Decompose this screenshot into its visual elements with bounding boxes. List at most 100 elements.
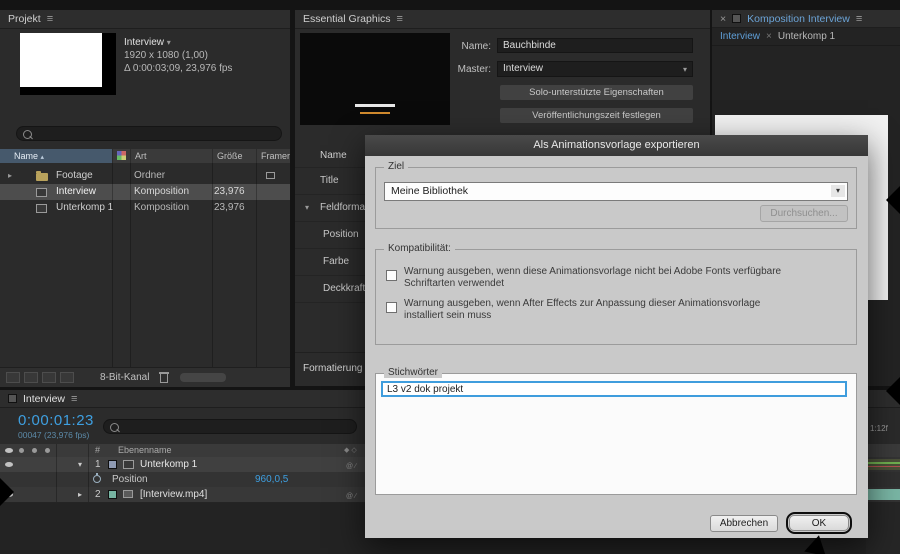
keywords-group-label: Stichwörter bbox=[384, 367, 443, 378]
label-color-icon bbox=[117, 151, 126, 160]
column-type[interactable]: Art bbox=[130, 149, 212, 163]
cancel-button[interactable]: Abbrechen bbox=[710, 515, 778, 532]
thumbnail-caption-bar-2 bbox=[360, 112, 390, 114]
browse-button[interactable]: Durchsuchen... bbox=[760, 205, 848, 222]
search-icon bbox=[110, 423, 119, 432]
timeline-row-position-property[interactable]: Position 960,0,5 bbox=[0, 472, 365, 488]
column-divider bbox=[130, 163, 131, 367]
audio-icon bbox=[19, 448, 24, 453]
interpret-footage-button[interactable] bbox=[6, 372, 20, 383]
close-icon[interactable]: × bbox=[720, 13, 726, 25]
destination-group: Ziel Meine Bibliothek ▾ Durchsuchen... bbox=[375, 161, 857, 229]
project-row-unterkomp[interactable]: Unterkomp 1 Komposition 23,976 bbox=[0, 200, 290, 216]
project-bottom-bar: 8-Bit-Kanal bbox=[0, 367, 290, 387]
eg-set-poster-time-button[interactable]: Veröffentlichungszeit festlegen bbox=[500, 108, 693, 123]
panel-menu-icon[interactable]: ≡ bbox=[47, 13, 53, 25]
panel-menu-icon[interactable]: ≡ bbox=[856, 13, 862, 25]
video-icon bbox=[123, 490, 133, 498]
eg-solo-properties-button[interactable]: Solo-unterstützte Eigenschaften bbox=[500, 85, 693, 100]
expand-icon[interactable]: ▾ bbox=[78, 457, 82, 472]
destination-value: Meine Bibliothek bbox=[391, 185, 469, 197]
label-color-chip[interactable] bbox=[108, 460, 117, 469]
layer-bar-interview[interactable] bbox=[866, 489, 900, 500]
tab-unterkomp[interactable]: Unterkomp 1 bbox=[778, 31, 835, 42]
bit-depth-button[interactable]: 8-Bit-Kanal bbox=[100, 372, 149, 383]
keywords-input[interactable] bbox=[381, 381, 847, 397]
adobe-fonts-warning-checkbox[interactable] bbox=[386, 270, 397, 281]
panel-menu-icon[interactable]: ≡ bbox=[397, 13, 403, 25]
adobe-fonts-warning-label: Warnung ausgeben, wenn diese Animationsv… bbox=[404, 266, 782, 289]
project-row-interview-selected[interactable]: Interview Komposition 23,976 bbox=[0, 184, 290, 200]
timeline-tab[interactable]: Interview bbox=[23, 393, 65, 405]
parent-pickwhip-icon[interactable]: @ ∕ bbox=[346, 489, 356, 504]
timeline-ruler[interactable]: 1:12f bbox=[866, 408, 900, 444]
eg-preview-thumbnail bbox=[300, 33, 450, 125]
graph-row bbox=[866, 457, 900, 472]
column-size[interactable]: Größe bbox=[212, 149, 256, 163]
panel-menu-icon[interactable]: ≡ bbox=[71, 393, 77, 405]
eg-item-label: Title bbox=[320, 175, 339, 186]
composition-icon bbox=[123, 460, 134, 469]
project-panel-title: Projekt bbox=[8, 13, 41, 25]
layer-number: 1 bbox=[95, 459, 101, 470]
chevron-down-icon[interactable]: ▾ bbox=[305, 194, 309, 221]
project-row-footage[interactable]: ▸ Footage Ordner bbox=[0, 168, 290, 184]
dialog-title-bar[interactable]: Als Animationsvorlage exportieren bbox=[365, 135, 868, 156]
tab-interview[interactable]: Interview bbox=[720, 31, 760, 42]
timeline-row-interview-mp4[interactable]: ▸ 2 [Interview.mp4] @ ∕ bbox=[0, 487, 365, 503]
switches-icons: ◆ ◇ bbox=[344, 447, 357, 454]
eg-master-select[interactable]: Interview ▾ bbox=[497, 61, 693, 77]
column-name-sort[interactable]: Name ▴ bbox=[0, 149, 112, 163]
layer-bar-unterkomp[interactable] bbox=[866, 459, 900, 470]
eg-list-header-label: Name bbox=[320, 150, 347, 161]
current-timecode[interactable]: 0:00:01:23 bbox=[18, 412, 94, 429]
graph-row bbox=[866, 487, 900, 502]
project-comp-name[interactable]: Interview bbox=[124, 37, 164, 48]
folder-icon bbox=[36, 171, 48, 181]
eg-master-label: Master: bbox=[457, 64, 491, 75]
stopwatch-icon[interactable] bbox=[93, 473, 101, 483]
export-animation-template-dialog: Als Animationsvorlage exportieren Ziel M… bbox=[365, 135, 868, 538]
adjust-button[interactable] bbox=[60, 372, 74, 383]
label-color-chip[interactable] bbox=[108, 490, 117, 499]
project-column-header: Name ▴ Art Größe Framera... bbox=[0, 149, 290, 163]
project-comp-duration: Δ 0:00:03;09, 23,976 fps bbox=[124, 63, 233, 74]
new-folder-button[interactable] bbox=[24, 372, 38, 383]
layer-name-column[interactable]: Ebenenname bbox=[118, 445, 172, 455]
expand-icon[interactable]: ▸ bbox=[8, 168, 12, 184]
layer-name: [Interview.mp4] bbox=[140, 489, 208, 500]
column-divider bbox=[212, 163, 213, 367]
eg-name-label: Name: bbox=[461, 41, 491, 52]
frame-info: 00047 (23,976 fps) bbox=[18, 430, 90, 440]
compatibility-group-label: Kompatibilität: bbox=[384, 243, 455, 254]
destination-select[interactable]: Meine Bibliothek ▾ bbox=[384, 182, 848, 201]
row-name: Footage bbox=[56, 170, 93, 181]
new-composition-button[interactable] bbox=[42, 372, 56, 383]
project-comp-size: 1920 x 1080 (1,00) bbox=[124, 50, 208, 61]
row-fps: 23,976 bbox=[214, 186, 245, 197]
after-effects-app: Projekt ≡ Interview ▾ 1920 x 1080 (1,00)… bbox=[0, 0, 900, 554]
close-icon[interactable]: × bbox=[766, 31, 772, 42]
chevron-down-icon: ▾ bbox=[831, 185, 845, 197]
property-value[interactable]: 960,0,5 bbox=[255, 472, 288, 487]
ae-required-warning-checkbox[interactable] bbox=[386, 302, 397, 313]
thumbnail-content bbox=[20, 33, 102, 87]
timeline-row-unterkomp[interactable]: ▾ 1 Unterkomp 1 @ ∕ bbox=[0, 457, 365, 473]
eg-item-label: Deckkraft bbox=[323, 283, 366, 294]
trash-icon[interactable] bbox=[159, 372, 169, 383]
expand-icon[interactable]: ▸ bbox=[78, 487, 82, 502]
eye-icon bbox=[5, 448, 13, 453]
column-label-color[interactable] bbox=[112, 149, 131, 163]
timeline-search-input[interactable] bbox=[103, 419, 357, 434]
project-search-input[interactable] bbox=[16, 126, 282, 141]
eg-name-field[interactable]: Bauchbinde bbox=[497, 38, 693, 53]
search-icon bbox=[23, 130, 32, 139]
ok-button[interactable]: OK bbox=[789, 515, 849, 531]
thumbnail-caption-bar bbox=[355, 104, 395, 107]
row-name: Unterkomp 1 bbox=[56, 202, 114, 213]
timeline-column-header: # Ebenenname ◆ ◇ bbox=[0, 444, 365, 457]
column-framerate[interactable]: Framera... bbox=[256, 149, 290, 163]
timeline-graph-header bbox=[866, 444, 900, 457]
eye-icon[interactable] bbox=[5, 462, 13, 467]
property-name: Position bbox=[112, 474, 148, 485]
